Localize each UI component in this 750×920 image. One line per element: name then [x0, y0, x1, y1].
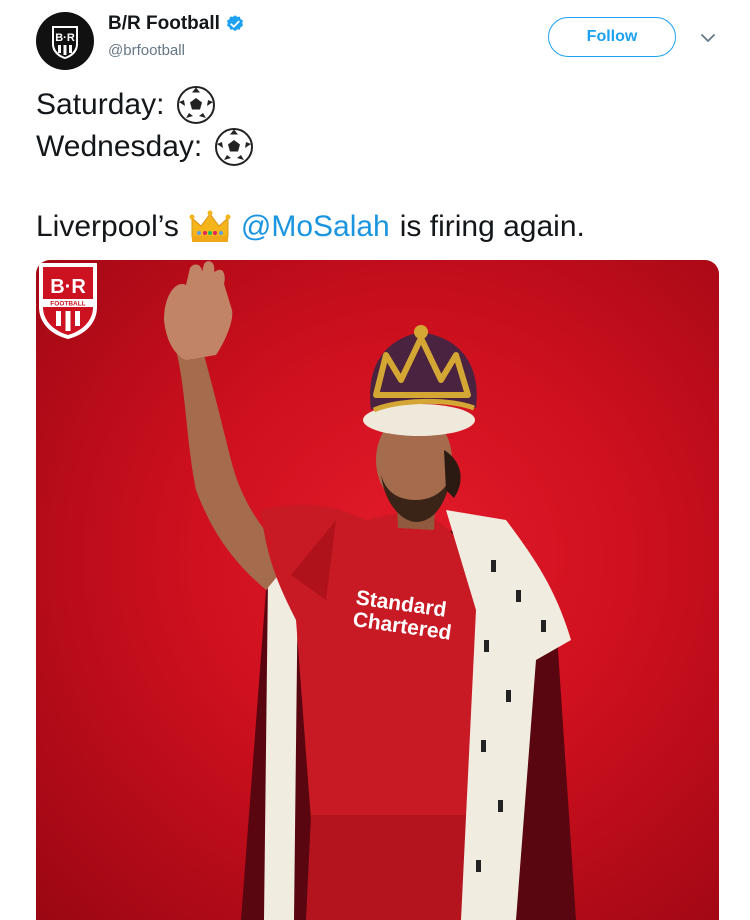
br-football-logo-icon: B·R FOOTBALL [39, 263, 97, 339]
account-handle[interactable]: @brfootball [108, 42, 185, 59]
tweet-line-saturday: Saturday: [36, 84, 254, 126]
avatar[interactable]: B·R [36, 12, 94, 70]
chevron-down-icon[interactable] [698, 28, 718, 48]
verified-badge-icon [226, 15, 243, 32]
tweet-line-liverpool: Liverpool’s @MoSalah is firing again. [36, 205, 585, 249]
firing-text: is firing again. [399, 210, 585, 243]
soccer-ball-icon [215, 128, 254, 166]
liverpool-text: Liverpool’s [36, 210, 179, 243]
wednesday-label: Wednesday: [36, 130, 203, 163]
tweet-line-wednesday: Wednesday: [36, 126, 254, 168]
br-logo-subtext: FOOTBALL [50, 301, 85, 308]
mention-link[interactable]: @MoSalah [241, 210, 390, 244]
tweet-header: B·R B/R Football @brfootball Follow [0, 0, 750, 80]
display-name[interactable]: B/R Football [108, 13, 220, 35]
crown-icon [189, 210, 231, 242]
svg-text:B·R: B·R [55, 32, 75, 44]
tweet-media-image[interactable]: Standard Chartered B·R FOOTBALL [36, 260, 719, 920]
follow-button[interactable]: Follow [548, 17, 676, 57]
br-logo-text: B·R [50, 276, 86, 298]
soccer-ball-icon [177, 86, 216, 124]
tweet-text: Saturday: Wednesday: [36, 84, 254, 168]
saturday-label: Saturday: [36, 88, 165, 121]
br-football-logo-icon: B·R [52, 26, 78, 59]
